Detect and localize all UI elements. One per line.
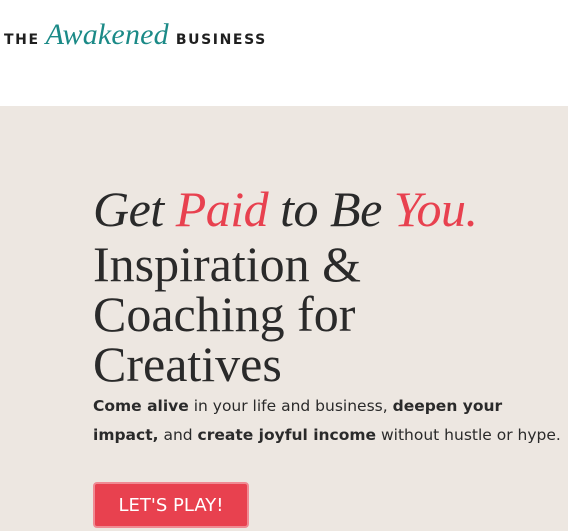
logo-word-the: THE xyxy=(4,32,40,48)
lets-play-button[interactable]: LET'S PLAY! xyxy=(93,482,249,528)
description-text-1: in your life and business, xyxy=(188,397,393,415)
headline-words-to-be: to Be xyxy=(280,181,382,237)
hero-headline: Get Paid to Be You. Inspiration & Coachi… xyxy=(93,183,513,389)
logo-word-awakened: Awakened xyxy=(45,18,169,51)
hero-description: Come alive in your life and business, de… xyxy=(93,392,568,450)
description-text-2: and xyxy=(158,426,198,444)
headline-subtitle: Inspiration & Coaching for Creatives xyxy=(93,236,362,392)
site-header: THE Awakened BUSINESS xyxy=(0,0,568,106)
site-logo[interactable]: THE Awakened BUSINESS xyxy=(4,18,267,52)
headline-tagline: Get Paid to Be You. xyxy=(93,183,513,235)
headline-word-paid: Paid xyxy=(175,181,269,237)
logo-word-business: BUSINESS xyxy=(175,32,267,48)
headline-word-you: You. xyxy=(393,181,478,237)
headline-word-get: Get xyxy=(93,181,164,237)
description-bold-3: create joyful income xyxy=(197,426,377,444)
description-text-3: without hustle or hype. xyxy=(376,426,561,444)
description-bold-1: Come alive xyxy=(93,397,189,415)
